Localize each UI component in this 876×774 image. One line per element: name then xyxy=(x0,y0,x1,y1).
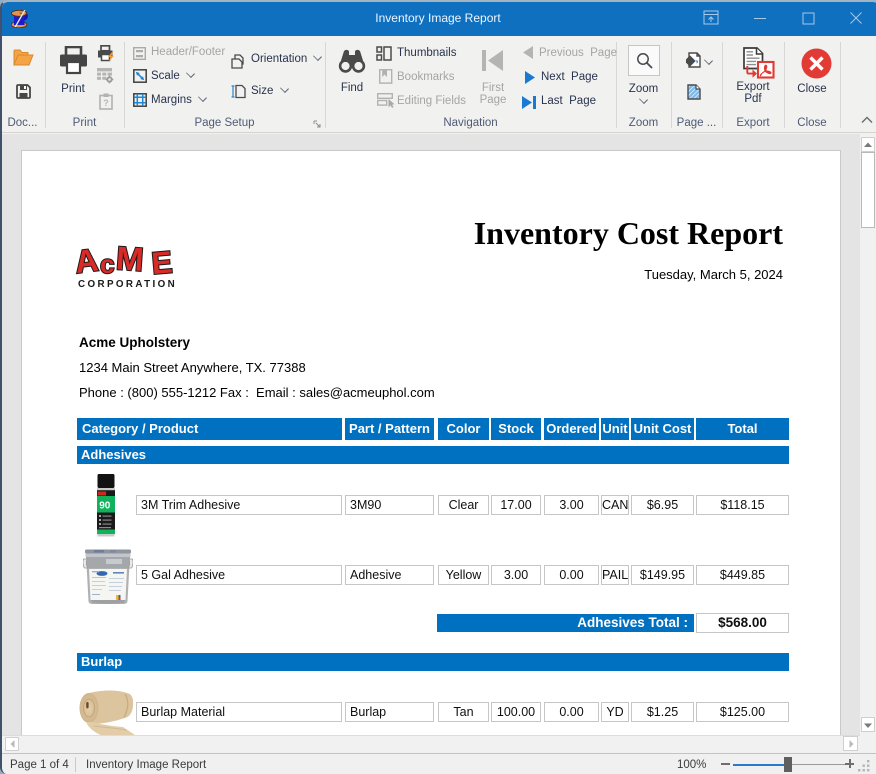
svg-text:?: ? xyxy=(103,98,109,108)
svg-text:90: 90 xyxy=(99,501,111,512)
svg-text:E: E xyxy=(150,244,174,281)
svg-text:A: A xyxy=(75,241,100,280)
svg-text:c: c xyxy=(100,249,114,279)
svg-text:CORPORATION: CORPORATION xyxy=(78,279,177,290)
svg-text:M: M xyxy=(115,241,145,278)
